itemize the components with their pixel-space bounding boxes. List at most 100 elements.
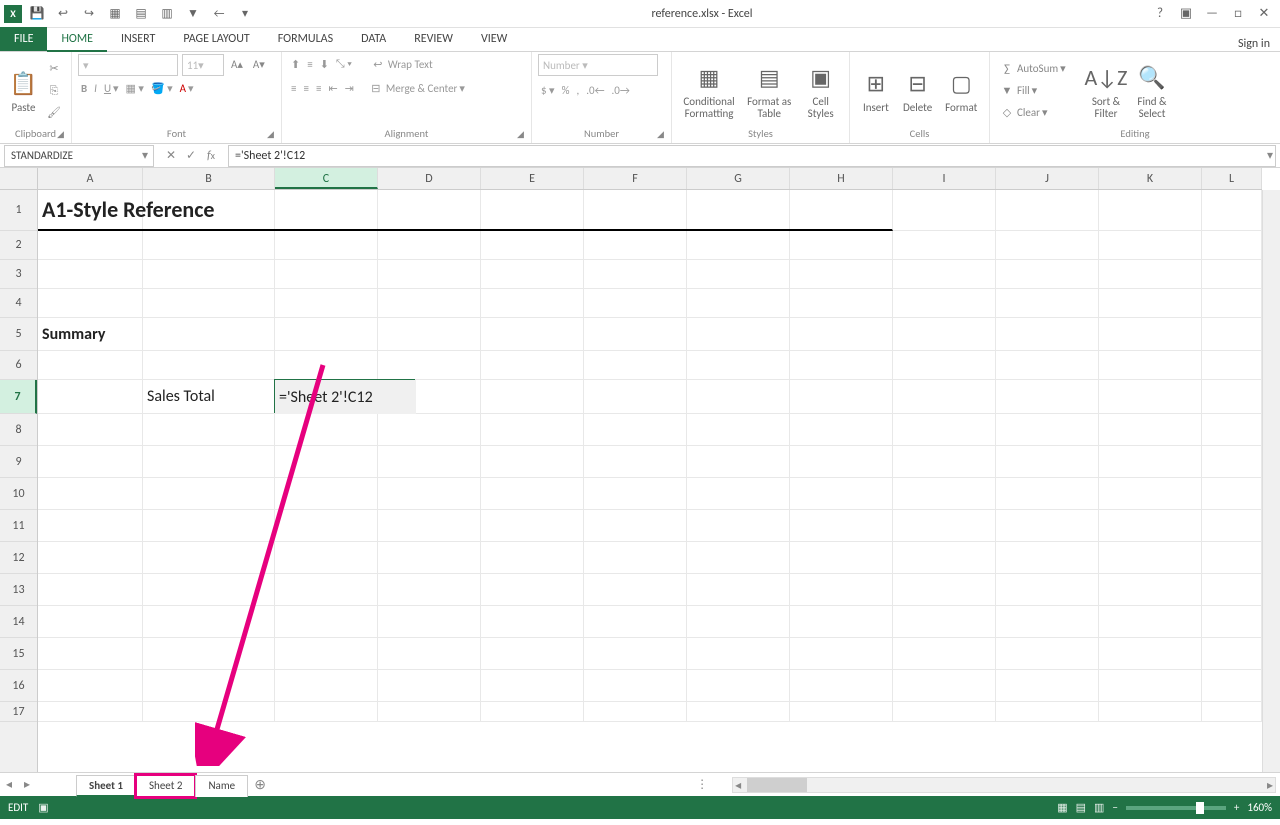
cell[interactable] xyxy=(481,542,584,574)
column-header[interactable]: K xyxy=(1099,168,1202,189)
row-header[interactable]: 14 xyxy=(0,606,37,638)
signin-link[interactable]: Sign in xyxy=(1238,37,1280,51)
cell[interactable] xyxy=(687,231,790,260)
cell[interactable] xyxy=(996,478,1099,510)
wrap-text-button[interactable]: ↩Wrap Text xyxy=(367,54,436,74)
zoom-out-button[interactable]: − xyxy=(1112,801,1117,814)
maximize-button[interactable]: □ xyxy=(1226,4,1250,24)
cell[interactable] xyxy=(143,446,275,478)
vertical-scrollbar[interactable] xyxy=(1262,190,1280,772)
cell[interactable] xyxy=(584,510,687,542)
cell[interactable] xyxy=(893,574,996,606)
cell[interactable] xyxy=(143,510,275,542)
cell[interactable] xyxy=(893,478,996,510)
cell[interactable] xyxy=(1202,638,1262,670)
cell[interactable] xyxy=(481,478,584,510)
cell[interactable] xyxy=(1099,478,1202,510)
autosum-button[interactable]: ∑AutoSum ▾ xyxy=(996,59,1082,79)
cell[interactable] xyxy=(38,289,143,318)
cell[interactable] xyxy=(584,478,687,510)
number-format-select[interactable]: Number ▾ xyxy=(538,54,658,76)
column-header[interactable]: F xyxy=(584,168,687,189)
align-bottom-button[interactable]: ⬇ xyxy=(317,54,332,74)
cell[interactable] xyxy=(687,574,790,606)
cell[interactable] xyxy=(275,478,378,510)
row-header[interactable]: 13 xyxy=(0,574,37,606)
row-header[interactable]: 15 xyxy=(0,638,37,670)
cell[interactable] xyxy=(996,638,1099,670)
row-header[interactable]: 4 xyxy=(0,289,37,318)
format-painter-button[interactable]: 🖌 xyxy=(43,103,65,123)
cell[interactable] xyxy=(1202,478,1262,510)
column-header[interactable]: J xyxy=(996,168,1099,189)
row-header[interactable]: 5 xyxy=(0,318,37,351)
cell[interactable] xyxy=(1099,702,1202,722)
increase-decimal-button[interactable]: .0← xyxy=(583,80,607,100)
cell[interactable] xyxy=(1099,380,1202,414)
cell[interactable] xyxy=(143,574,275,606)
dialog-launcher-icon[interactable]: ◢ xyxy=(57,129,69,141)
cell[interactable] xyxy=(996,414,1099,446)
cell[interactable] xyxy=(687,702,790,722)
row-header[interactable]: 1 xyxy=(0,190,37,231)
cell[interactable] xyxy=(1202,670,1262,702)
cell[interactable] xyxy=(790,670,893,702)
cell[interactable] xyxy=(38,231,143,260)
font-size-select[interactable]: 11 ▾ xyxy=(182,54,224,76)
cell[interactable] xyxy=(481,638,584,670)
delete-cells-button[interactable]: ⊟Delete xyxy=(898,68,938,114)
cell[interactable] xyxy=(481,318,584,351)
view-pagelayout-button[interactable]: ▤ xyxy=(1076,801,1086,814)
cell[interactable] xyxy=(584,289,687,318)
cell[interactable] xyxy=(584,574,687,606)
increase-indent-button[interactable]: ⇥ xyxy=(342,78,357,98)
cell[interactable] xyxy=(38,542,143,574)
cell[interactable] xyxy=(996,231,1099,260)
cell[interactable] xyxy=(143,638,275,670)
qat-customize-button[interactable]: ▾ xyxy=(234,3,256,25)
cell[interactable] xyxy=(275,446,378,478)
cell[interactable] xyxy=(378,289,481,318)
cell[interactable] xyxy=(790,260,893,289)
cell[interactable] xyxy=(38,510,143,542)
underline-button[interactable]: U ▾ xyxy=(101,78,122,98)
cell[interactable] xyxy=(584,260,687,289)
column-header[interactable]: C xyxy=(275,168,378,189)
zoom-slider[interactable] xyxy=(1126,806,1226,810)
cell[interactable] xyxy=(996,542,1099,574)
cell[interactable] xyxy=(996,318,1099,351)
ribbon-options-button[interactable]: ▣ xyxy=(1174,4,1198,24)
cell[interactable] xyxy=(275,318,378,351)
merge-center-button[interactable]: ⊟Merge & Center ▾ xyxy=(365,78,468,98)
cell[interactable] xyxy=(1202,351,1262,380)
cell[interactable] xyxy=(790,318,893,351)
cell[interactable] xyxy=(996,574,1099,606)
cell[interactable] xyxy=(1202,190,1262,231)
cell[interactable] xyxy=(1099,351,1202,380)
cell[interactable] xyxy=(275,670,378,702)
cell[interactable] xyxy=(275,414,378,446)
cell-c7-editing[interactable]: ='Sheet 2'!C12 xyxy=(275,380,416,414)
row-header[interactable]: 11 xyxy=(0,510,37,542)
cell[interactable] xyxy=(481,670,584,702)
cell[interactable] xyxy=(275,289,378,318)
cell[interactable] xyxy=(143,231,275,260)
zoom-in-button[interactable]: + xyxy=(1234,801,1239,814)
qat-button[interactable]: ▥ xyxy=(156,3,178,25)
italic-button[interactable]: I xyxy=(91,78,100,98)
cell[interactable] xyxy=(1099,542,1202,574)
cell[interactable] xyxy=(584,318,687,351)
tab-data[interactable]: DATA xyxy=(347,27,400,51)
bold-button[interactable]: B xyxy=(78,78,90,98)
help-button[interactable]: ? xyxy=(1148,4,1172,24)
cell[interactable] xyxy=(996,260,1099,289)
dialog-launcher-icon[interactable]: ◢ xyxy=(657,129,669,141)
cell[interactable] xyxy=(38,478,143,510)
cell[interactable] xyxy=(893,318,996,351)
column-header[interactable]: G xyxy=(687,168,790,189)
cell[interactable] xyxy=(790,289,893,318)
scrollbar-thumb[interactable] xyxy=(747,778,807,792)
qat-button[interactable]: ▤ xyxy=(130,3,152,25)
cell[interactable] xyxy=(687,606,790,638)
sheet-nav-prev-button[interactable]: ◂ xyxy=(0,777,18,792)
